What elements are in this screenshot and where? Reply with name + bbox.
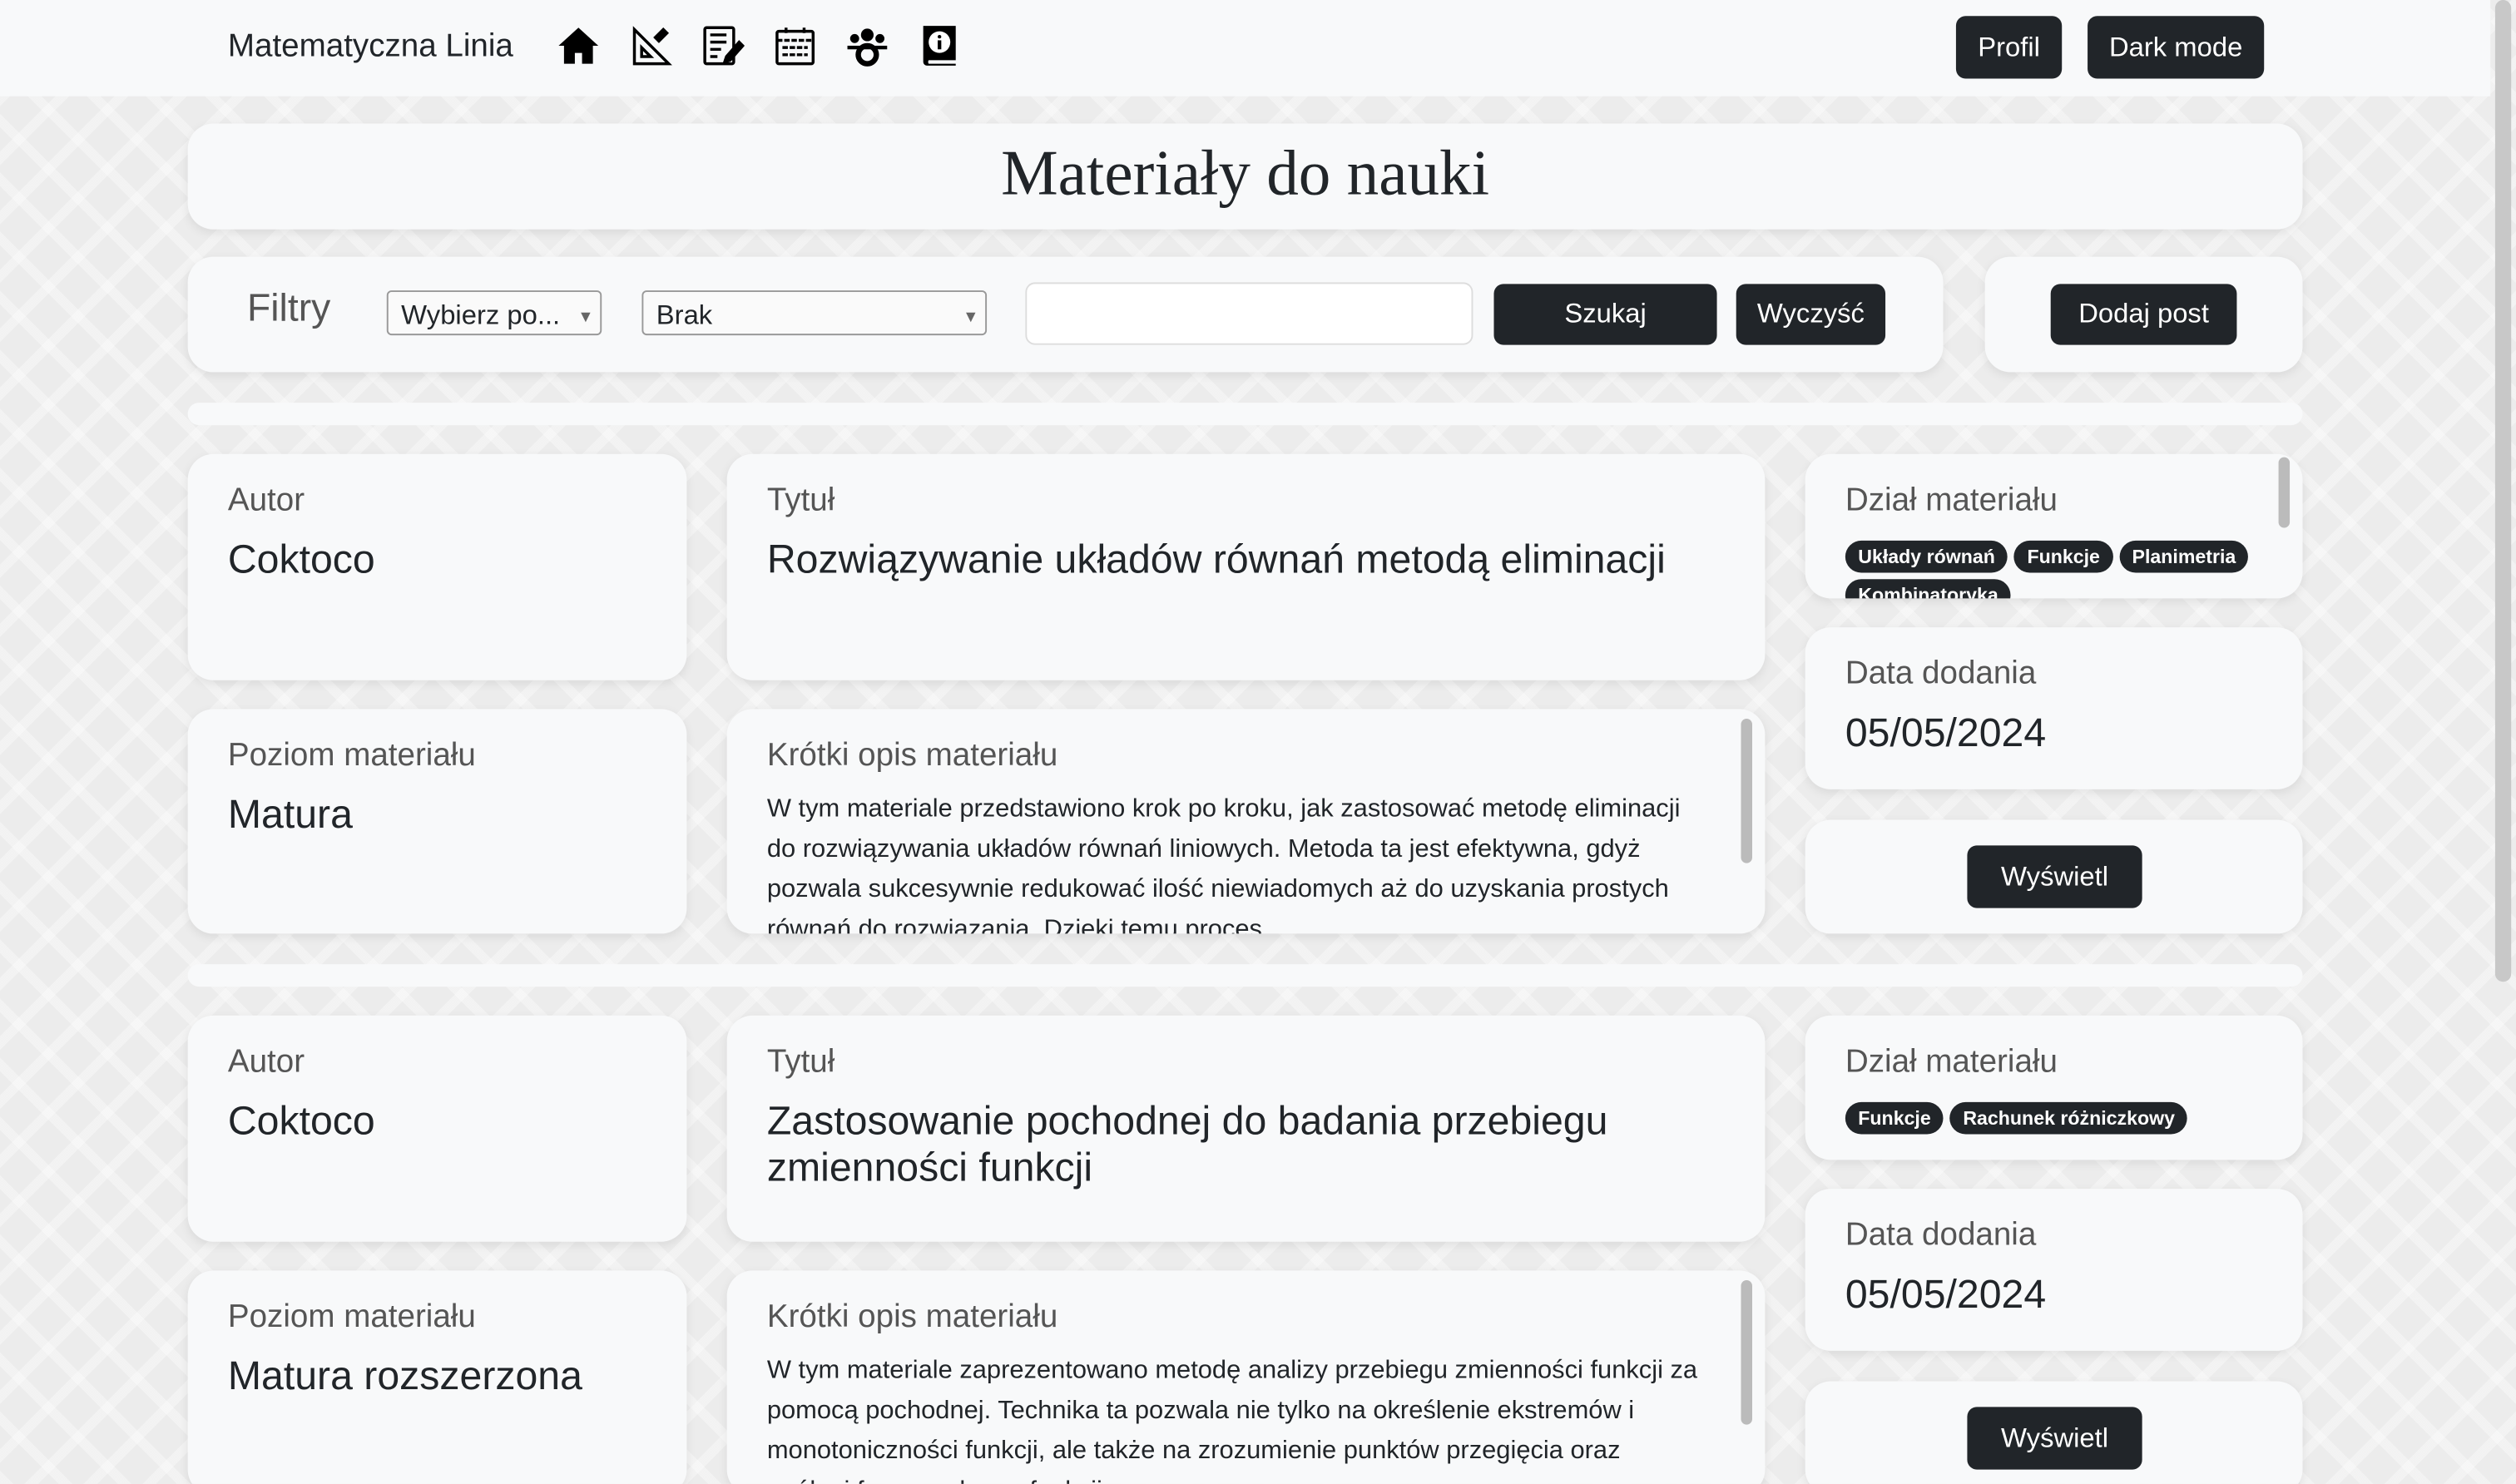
view-button[interactable]: Wyświetl	[1967, 1407, 2142, 1470]
navbar: Matematyczna Linia Profil Dark mode	[0, 0, 2491, 96]
date-label: Data dodania	[1845, 1217, 2037, 1254]
page-scrollbar[interactable]	[2494, 0, 2512, 982]
section-label: Dział materiału	[1845, 482, 2058, 518]
tag: Rachunek różniczkowy	[1949, 1101, 2188, 1135]
date-card: Data dodania 05/05/2024	[1805, 627, 2303, 789]
tag: Funkcje	[2014, 540, 2113, 573]
level-value: Matura rozszerzona	[227, 1353, 582, 1399]
add-post-button[interactable]: Dodaj post	[2050, 284, 2237, 345]
filters-label: Filtry	[246, 287, 331, 331]
scrollbar[interactable]	[1741, 718, 1752, 863]
title-value: Rozwiązywanie układów równań metodą elim…	[766, 537, 1666, 583]
team-gear-icon[interactable]	[845, 24, 889, 67]
title-label: Tytuł	[766, 1044, 835, 1080]
calendar-icon[interactable]	[774, 24, 817, 67]
level-label: Poziom materiału	[227, 1299, 476, 1335]
ruler-triangle-icon[interactable]	[629, 24, 672, 67]
profile-button[interactable]: Profil	[1955, 16, 2063, 79]
date-value: 05/05/2024	[1845, 1272, 2047, 1318]
author-value: Coktoco	[227, 537, 375, 583]
author-value: Coktoco	[227, 1099, 375, 1145]
dark-mode-button[interactable]: Dark mode	[2088, 16, 2265, 79]
author-label: Autor	[227, 1044, 305, 1080]
scrollbar[interactable]	[1741, 1279, 1752, 1425]
filter-value-select[interactable]: Brak	[641, 290, 988, 340]
author-card: Autor Coktoco	[187, 453, 687, 680]
date-value: 05/05/2024	[1845, 710, 2047, 756]
section-label: Dział materiału	[1845, 1044, 2058, 1080]
title-value: Zastosowanie pochodnej do badania przebi…	[766, 1099, 1608, 1190]
info-book-icon[interactable]	[918, 24, 961, 67]
tag: Funkcje	[1845, 1101, 1944, 1135]
page-title: Materiały do nauki	[1001, 136, 1490, 209]
description-card: Krótki opis materiału W tym materiale zap…	[726, 1270, 1766, 1484]
date-label: Data dodania	[1845, 655, 2037, 692]
brand[interactable]: Matematyczna Linia	[228, 29, 513, 66]
search-input[interactable]	[1025, 282, 1473, 345]
filter-type-select[interactable]: Wybierz po...	[386, 290, 602, 340]
note-edit-icon[interactable]	[701, 24, 745, 67]
title-card: Tytuł Zastosowanie pochodnej do badania p…	[726, 1015, 1766, 1242]
tag: Kombinatoryka	[1845, 579, 2012, 599]
tag: Układy równań	[1845, 540, 2008, 573]
description-card: Krótki opis materiału W tym materiale prz…	[726, 709, 1766, 934]
section-card: Dział materiału Układy równań Funkcje Plan…	[1805, 453, 2303, 599]
desc-text: W tym materiale zaprezentowano metodę an…	[766, 1357, 1698, 1484]
level-card: Poziom materiału Matura	[187, 709, 687, 934]
desc-text: W tym materiale przedstawiono krok po kr…	[766, 795, 1681, 934]
title-card: Tytuł Rozwiązywanie układów równań metodą…	[726, 453, 1766, 680]
level-card: Poziom materiału Matura rozszerzona	[187, 1270, 687, 1484]
search-button[interactable]: Szukaj	[1493, 284, 1717, 345]
title-label: Tytuł	[766, 482, 835, 518]
level-label: Poziom materiału	[227, 738, 476, 774]
clear-button[interactable]: Wyczyść	[1736, 284, 1886, 345]
view-button[interactable]: Wyświetl	[1967, 845, 2142, 908]
divider	[187, 964, 2303, 987]
home-icon[interactable]	[557, 24, 600, 67]
tag: Planimetria	[2119, 540, 2249, 573]
author-label: Autor	[227, 482, 305, 518]
date-card: Data dodania 05/05/2024	[1805, 1189, 2303, 1351]
author-card: Autor Coktoco	[187, 1015, 687, 1242]
desc-label: Krótki opis materiału	[766, 1299, 1058, 1335]
level-value: Matura	[227, 792, 353, 838]
desc-label: Krótki opis materiału	[766, 738, 1058, 774]
divider	[187, 403, 2303, 426]
section-card: Dział materiału Funkcje Rachunek różniczk…	[1805, 1015, 2303, 1160]
scrollbar[interactable]	[2278, 457, 2291, 528]
page-header: Materiały do nauki	[187, 123, 2303, 230]
